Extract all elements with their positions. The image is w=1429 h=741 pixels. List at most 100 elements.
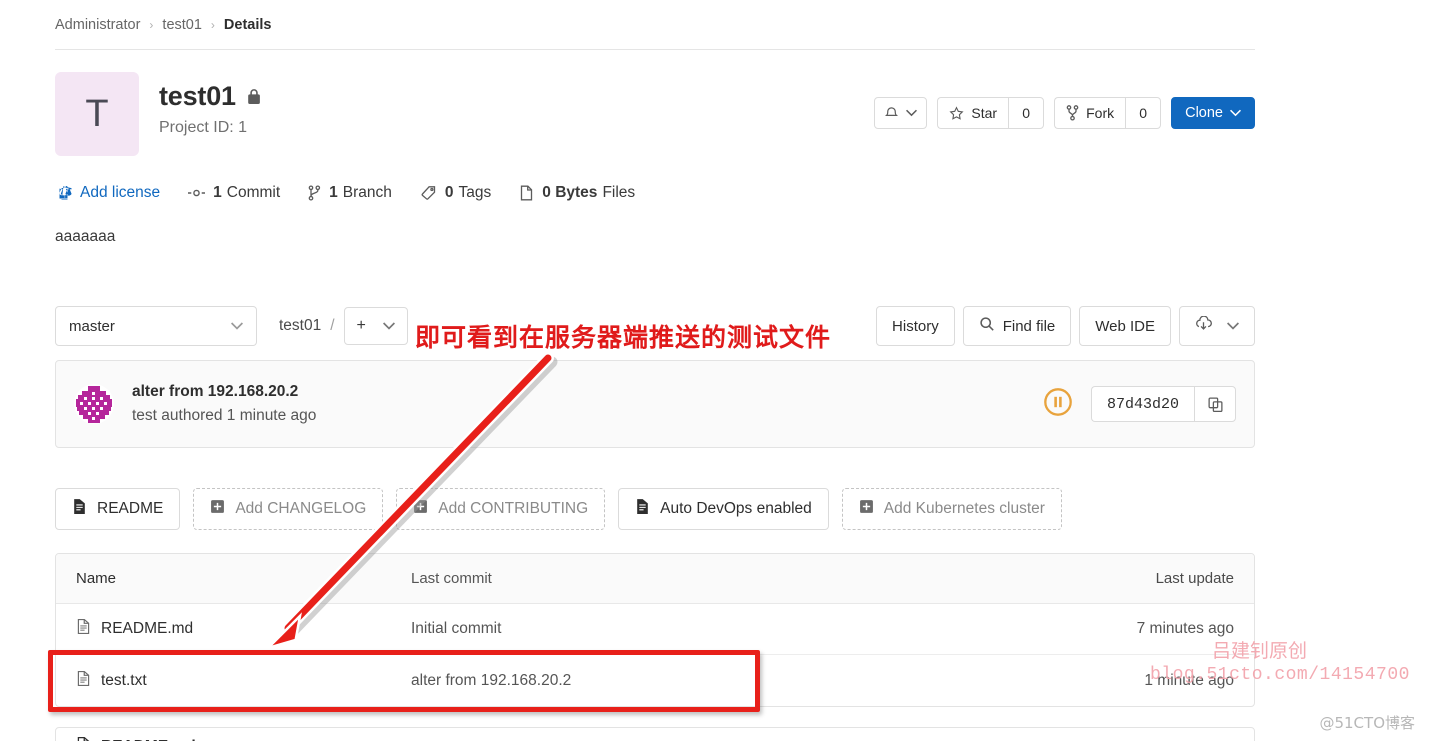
file-icon xyxy=(76,618,91,640)
download-icon xyxy=(1195,315,1212,336)
breadcrumb-item-details[interactable]: Details xyxy=(224,17,272,33)
watermark-pink: 吕建钊原创 blog.51cto.com/14154700 xyxy=(1150,636,1410,685)
project-meta: test01 Project ID: 1 xyxy=(159,72,874,137)
add-changelog-button[interactable]: Add CHANGELOG xyxy=(193,488,384,530)
project-header-actions: Star 0 Fork 0 Clone xyxy=(874,72,1255,129)
lock-icon xyxy=(246,88,261,105)
project-details-page: Administrator › test01 › Details T test0… xyxy=(0,0,1429,741)
auto-devops-label: Auto DevOps enabled xyxy=(660,500,812,517)
history-button[interactable]: History xyxy=(876,306,955,346)
quick-action-buttons: README Add CHANGELOG Add CONTRIBUTING Au… xyxy=(55,488,1255,530)
watermark-pink-line2: blog.51cto.com/14154700 xyxy=(1150,665,1410,685)
path-separator: / xyxy=(330,317,335,334)
file-last-commit-cell[interactable]: alter from 192.168.20.2 xyxy=(411,672,1024,690)
add-to-tree-button[interactable]: + xyxy=(343,307,408,345)
copy-sha-button[interactable] xyxy=(1194,386,1236,422)
breadcrumb-item-test01[interactable]: test01 xyxy=(162,17,202,33)
chevron-down-icon xyxy=(1227,322,1239,330)
column-header-name: Name xyxy=(76,570,117,587)
fork-icon xyxy=(1066,105,1079,121)
commit-count-value: 1 xyxy=(213,184,222,201)
history-label: History xyxy=(892,317,939,335)
commit-message[interactable]: alter from 192.168.20.2 xyxy=(132,383,316,401)
star-button-group: Star 0 xyxy=(937,97,1045,129)
file-doc-icon xyxy=(72,498,87,520)
clone-label: Clone xyxy=(1185,104,1223,121)
tree-controls: master test01 / + History Find file Web … xyxy=(55,306,1255,346)
plus-box-icon xyxy=(210,499,225,519)
repository-size-label: Files xyxy=(602,184,636,201)
file-name-cell[interactable]: test.txt xyxy=(56,670,411,692)
commit-count[interactable]: 1 Commit xyxy=(188,184,280,202)
branch-select[interactable]: master xyxy=(55,306,257,346)
path-root-link[interactable]: test01 xyxy=(279,317,321,335)
clone-button[interactable]: Clone xyxy=(1171,97,1255,129)
plus-box-icon xyxy=(859,499,874,519)
star-icon xyxy=(949,105,964,121)
star-label: Star xyxy=(971,105,998,121)
avatar-letter: T xyxy=(85,92,109,135)
scale-icon xyxy=(55,185,72,201)
watermark-pink-line1: 吕建钊原创 xyxy=(1212,640,1308,662)
search-icon xyxy=(979,316,995,336)
branch-icon xyxy=(308,185,321,201)
author-avatar xyxy=(74,384,114,424)
add-license-link[interactable]: Add license xyxy=(55,184,160,202)
find-file-label: Find file xyxy=(1002,317,1056,335)
table-row[interactable]: README.md Initial commit 7 minutes ago xyxy=(56,604,1254,655)
commit-count-label: Commit xyxy=(226,184,281,201)
breadcrumb-separator-icon: › xyxy=(210,17,215,32)
project-stats: Add license 1 Commit 1 Branch 0 Tags 0 B… xyxy=(55,184,1255,202)
branch-count-value: 1 xyxy=(329,184,338,201)
file-icon xyxy=(76,670,91,692)
commit-sha[interactable]: 87d43d20 xyxy=(1090,386,1194,422)
file-doc-icon xyxy=(76,736,91,741)
commit-right: 87d43d20 xyxy=(1043,386,1236,422)
chevron-down-icon xyxy=(1230,109,1241,117)
readme-panel-header: README.md xyxy=(55,727,1255,741)
table-header-row: Name Last commit Last update xyxy=(56,554,1254,604)
download-dropdown-button[interactable] xyxy=(1179,306,1255,346)
table-row[interactable]: test.txt alter from 192.168.20.2 1 minut… xyxy=(56,655,1254,706)
bell-icon xyxy=(884,106,899,121)
project-description: aaaaaaa xyxy=(55,228,116,245)
web-ide-label: Web IDE xyxy=(1095,317,1155,335)
star-count[interactable]: 0 xyxy=(1008,97,1045,129)
readme-button[interactable]: README xyxy=(55,488,181,530)
star-button[interactable]: Star xyxy=(937,97,1009,129)
file-doc-icon xyxy=(635,498,650,520)
add-kubernetes-cluster-button[interactable]: Add Kubernetes cluster xyxy=(841,488,1062,530)
path-breadcrumb: test01 / xyxy=(279,317,344,335)
watermark-gray: @51CTO博客 xyxy=(1319,714,1415,732)
tag-count-value: 0 xyxy=(444,184,454,201)
commit-text: alter from 192.168.20.2 test authored 1 … xyxy=(132,383,316,425)
add-changelog-label: Add CHANGELOG xyxy=(235,500,367,517)
tag-count[interactable]: 0 Tags xyxy=(420,184,491,202)
notification-dropdown-button[interactable] xyxy=(874,97,928,129)
pipeline-pending-icon[interactable] xyxy=(1043,387,1073,422)
repository-size[interactable]: 0 Bytes Files xyxy=(519,184,635,202)
tag-count-label: Tags xyxy=(458,184,492,201)
branch-count[interactable]: 1 Branch xyxy=(308,184,392,202)
find-file-button[interactable]: Find file xyxy=(962,306,1072,346)
branch-select-value: master xyxy=(69,317,115,335)
fork-count[interactable]: 0 xyxy=(1125,97,1162,129)
file-name-cell[interactable]: README.md xyxy=(56,618,411,640)
file-last-commit-cell[interactable]: Initial commit xyxy=(411,620,1024,638)
add-contributing-button[interactable]: Add CONTRIBUTING xyxy=(396,488,606,530)
fork-label: Fork xyxy=(1086,105,1115,121)
plus-icon: + xyxy=(356,317,366,334)
page-title: test01 xyxy=(159,81,236,111)
commit-sha-group: 87d43d20 xyxy=(1090,386,1236,422)
file-name-label: test.txt xyxy=(101,671,147,689)
auto-devops-button[interactable]: Auto DevOps enabled xyxy=(618,488,829,530)
fork-button[interactable]: Fork xyxy=(1054,97,1126,129)
file-name-label: README.md xyxy=(101,620,194,637)
breadcrumb-item-administrator[interactable]: Administrator xyxy=(55,17,140,33)
file-icon xyxy=(519,185,534,201)
commit-icon xyxy=(188,186,206,200)
web-ide-button[interactable]: Web IDE xyxy=(1079,306,1171,346)
column-header-last-commit: Last commit xyxy=(411,570,492,587)
page-content: Administrator › test01 › Details T test0… xyxy=(55,0,1255,741)
chevron-down-icon xyxy=(382,322,395,330)
